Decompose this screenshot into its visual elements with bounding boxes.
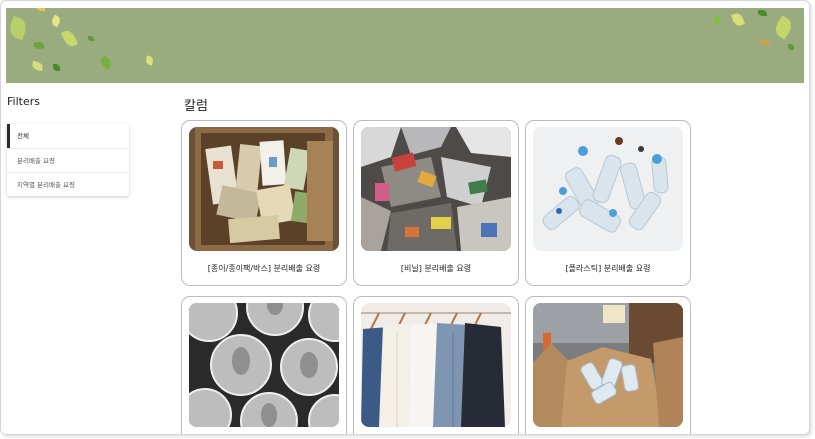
header-banner — [6, 8, 804, 83]
vinyl-pile-photo — [361, 127, 511, 251]
column-card-cans[interactable] — [181, 296, 347, 434]
browser-frame: Filters 전체 분리배출 요령 지역별 분리배출 요령 칼럼 [종이/종이… — [0, 0, 810, 435]
column-card-clothes[interactable] — [353, 296, 519, 434]
leaf-icon — [36, 8, 45, 11]
leaf-icon — [50, 14, 62, 28]
filter-item-regional-tips[interactable]: 지역별 분리배출 요령 — [7, 172, 129, 196]
plastic-bottles-photo — [533, 127, 683, 251]
filter-item-disposal-tips[interactable]: 분리배출 요령 — [7, 148, 129, 172]
leaf-icon — [712, 15, 722, 25]
leaf-icon — [88, 36, 94, 41]
paper-box-photo — [189, 127, 339, 251]
leaf-icon — [7, 15, 29, 41]
leaf-icon — [758, 10, 767, 16]
leaf-icon — [53, 64, 60, 71]
leaf-icon — [31, 60, 44, 72]
leaf-icon — [731, 11, 745, 28]
card-label: [플라스틱] 분리배출 요령 — [565, 264, 651, 273]
leaf-icon — [98, 55, 114, 70]
card-label: [종이/종이팩/박스] 분리배출 요령 — [207, 264, 321, 273]
leaf-icon — [60, 28, 79, 49]
recycling-sacks-photo — [533, 303, 683, 427]
filter-list: 전체 분리배출 요령 지역별 분리배출 요령 — [7, 124, 129, 196]
column-card-paper[interactable]: [종이/종이팩/박스] 분리배출 요령 — [181, 120, 347, 286]
clothes-rack-photo — [361, 303, 511, 427]
leaf-icon — [33, 41, 45, 50]
column-card-vinyl[interactable]: [비닐] 분리배출 요령 — [353, 120, 519, 286]
filter-item-all[interactable]: 전체 — [7, 124, 129, 148]
leaf-icon — [771, 15, 796, 40]
column-card-sacks[interactable] — [525, 296, 691, 434]
leaf-icon — [760, 40, 770, 45]
page-title: 칼럼 — [184, 99, 208, 114]
leaf-icon — [788, 44, 794, 50]
filters-title: Filters — [7, 95, 40, 108]
column-card-plastic[interactable]: [플라스틱] 분리배출 요령 — [525, 120, 691, 286]
card-label: [비닐] 분리배출 요령 — [400, 264, 472, 273]
filters-sidebar: Filters 전체 분리배출 요령 지역별 분리배출 요령 — [7, 95, 131, 196]
leaf-icon — [145, 55, 154, 66]
aluminum-cans-photo — [189, 303, 339, 427]
